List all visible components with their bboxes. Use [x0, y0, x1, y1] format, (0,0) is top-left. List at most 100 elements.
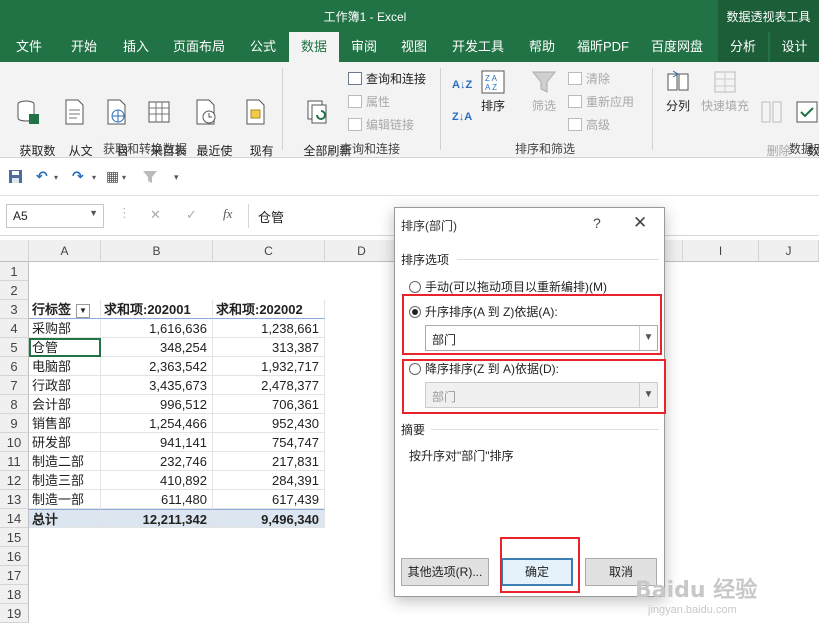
table-cell[interactable]: 996,512 — [101, 395, 213, 414]
customize-qat-icon[interactable]: ▾ — [174, 172, 179, 183]
row-header[interactable]: 5 — [0, 338, 29, 357]
enter-icon[interactable]: ✓ — [186, 207, 197, 223]
tab-formulas[interactable]: 公式 — [238, 32, 288, 62]
name-box[interactable]: A5 ▼ — [6, 204, 104, 228]
row-header[interactable]: 2 — [0, 281, 29, 300]
pivot-row-labels-header[interactable]: 行标签 ▼ — [29, 300, 101, 319]
column-header[interactable]: C — [213, 240, 325, 262]
row-header[interactable]: 15 — [0, 528, 29, 547]
row-header[interactable]: 4 — [0, 319, 29, 338]
tab-analyze[interactable]: 分析 — [718, 32, 768, 62]
sort-button[interactable]: Z AA Z 排序 — [476, 68, 510, 114]
table-cell[interactable]: 1,932,717 — [213, 357, 325, 376]
tab-design[interactable]: 设计 — [770, 32, 819, 62]
column-header[interactable]: J — [759, 240, 819, 262]
tab-file[interactable]: 文件 — [6, 32, 52, 62]
more-options-button[interactable]: 其他选项(R)... — [401, 558, 489, 586]
table-cell[interactable]: 754,747 — [213, 433, 325, 452]
tab-baidu-netdisk[interactable]: 百度网盘 — [642, 32, 712, 62]
table-cell[interactable]: 706,361 — [213, 395, 325, 414]
tab-foxit-pdf[interactable]: 福昕PDF — [570, 32, 636, 62]
row-header[interactable]: 12 — [0, 471, 29, 490]
undo-dropdown-icon[interactable]: ▾ — [54, 173, 58, 182]
function-icon[interactable]: fx — [223, 206, 232, 222]
tab-help[interactable]: 帮助 — [520, 32, 564, 62]
table-cell[interactable]: 采购部 — [29, 319, 101, 338]
form-icon[interactable]: ▦ — [106, 168, 119, 185]
tab-page-layout[interactable]: 页面布局 — [164, 32, 234, 62]
sort-descending-button[interactable]: Z↓A — [452, 108, 472, 126]
select-all-corner[interactable] — [0, 240, 29, 262]
filter-dropdown-icon[interactable]: ▼ — [76, 304, 91, 318]
row-header[interactable]: 11 — [0, 452, 29, 471]
table-cell[interactable]: 制造二部 — [29, 452, 101, 471]
pivot-header-cell[interactable]: 求和项:202002 — [213, 300, 325, 319]
table-cell[interactable]: 行政部 — [29, 376, 101, 395]
pivot-total-cell[interactable]: 总计 — [29, 509, 101, 528]
redo-icon[interactable]: ↷ — [72, 168, 84, 185]
table-cell[interactable]: 2,478,377 — [213, 376, 325, 395]
pivot-total-cell[interactable]: 9,496,340 — [213, 509, 325, 528]
properties-button[interactable]: 属性 — [348, 93, 390, 111]
row-header[interactable]: 9 — [0, 414, 29, 433]
tab-view[interactable]: 视图 — [392, 32, 436, 62]
manual-sort-radio[interactable]: 手动(可以拖动项目以重新编排)(M) — [409, 278, 607, 295]
column-header[interactable]: A — [29, 240, 101, 262]
column-header[interactable]: D — [325, 240, 399, 262]
row-header[interactable]: 18 — [0, 585, 29, 604]
pivot-header-cell[interactable]: 求和项:202001 — [101, 300, 213, 319]
cancel-icon[interactable]: ✕ — [150, 207, 161, 223]
table-cell[interactable]: 电脑部 — [29, 357, 101, 376]
row-header[interactable]: 13 — [0, 490, 29, 509]
table-cell[interactable]: 617,439 — [213, 490, 325, 509]
row-header[interactable]: 16 — [0, 547, 29, 566]
redo-dropdown-icon[interactable]: ▾ — [92, 173, 96, 182]
tab-insert[interactable]: 插入 — [112, 32, 160, 62]
tab-home[interactable]: 开始 — [58, 32, 110, 62]
table-cell[interactable]: 410,892 — [101, 471, 213, 490]
pivot-total-cell[interactable]: 12,211,342 — [101, 509, 213, 528]
row-header[interactable]: 3 — [0, 300, 29, 319]
table-cell[interactable]: 1,254,466 — [101, 414, 213, 433]
undo-icon[interactable]: ↶ — [36, 168, 48, 185]
table-cell[interactable]: 研发部 — [29, 433, 101, 452]
table-cell[interactable]: 952,430 — [213, 414, 325, 433]
flash-fill-button[interactable]: 快速填充 — [698, 68, 752, 114]
table-cell[interactable]: 348,254 — [101, 338, 213, 357]
save-icon[interactable] — [8, 169, 23, 184]
table-cell[interactable]: 611,480 — [101, 490, 213, 509]
formula-input[interactable]: 仓管 — [258, 207, 284, 226]
table-cell[interactable]: 313,387 — [213, 338, 325, 357]
row-header[interactable]: 7 — [0, 376, 29, 395]
table-cell[interactable]: 3,435,673 — [101, 376, 213, 395]
clear-button[interactable]: 清除 — [568, 70, 610, 88]
close-icon[interactable]: ✕ — [633, 213, 647, 233]
selected-cell[interactable]: 仓管 — [29, 338, 101, 357]
advanced-button[interactable]: 高级 — [568, 116, 610, 134]
tab-review[interactable]: 审阅 — [342, 32, 386, 62]
row-header[interactable]: 14 — [0, 509, 29, 528]
table-cell[interactable]: 会计部 — [29, 395, 101, 414]
row-header[interactable]: 1 — [0, 262, 29, 281]
tab-data[interactable]: 数据 — [289, 32, 339, 62]
column-header[interactable]: I — [683, 240, 759, 262]
table-cell[interactable]: 制造一部 — [29, 490, 101, 509]
table-cell[interactable]: 销售部 — [29, 414, 101, 433]
table-cell[interactable]: 284,391 — [213, 471, 325, 490]
row-header[interactable]: 17 — [0, 566, 29, 585]
queries-connections-button[interactable]: 查询和连接 — [348, 70, 426, 88]
table-cell[interactable]: 217,831 — [213, 452, 325, 471]
table-cell[interactable]: 1,238,661 — [213, 319, 325, 338]
table-cell[interactable]: 2,363,542 — [101, 357, 213, 376]
tab-developer[interactable]: 开发工具 — [444, 32, 512, 62]
row-header[interactable]: 19 — [0, 604, 29, 623]
row-header[interactable]: 6 — [0, 357, 29, 376]
column-header[interactable]: B — [101, 240, 213, 262]
form-dropdown-icon[interactable]: ▾ — [122, 173, 126, 182]
table-cell[interactable]: 制造三部 — [29, 471, 101, 490]
sort-ascending-button[interactable]: A↓Z — [452, 76, 472, 94]
help-icon[interactable]: ? — [593, 215, 601, 231]
edit-links-button[interactable]: 编辑链接 — [348, 116, 414, 134]
row-header[interactable]: 10 — [0, 433, 29, 452]
table-cell[interactable]: 941,141 — [101, 433, 213, 452]
